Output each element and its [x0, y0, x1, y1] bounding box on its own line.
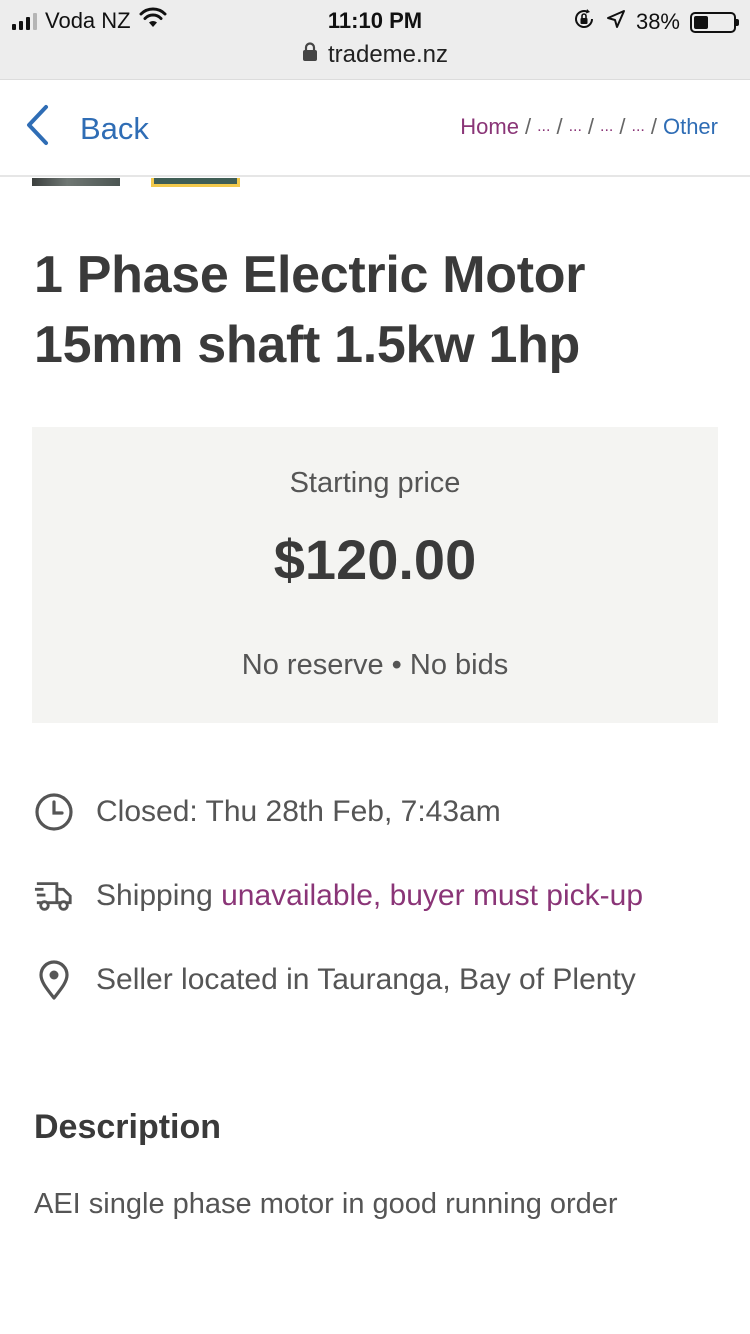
shipping-text: Shipping unavailable, buyer must pick-up — [96, 879, 643, 913]
delivery-truck-icon — [34, 876, 74, 916]
shipping-details-link[interactable]: unavailable, buyer must pick-up — [221, 879, 643, 912]
browser-chrome: Voda NZ 11:10 PM 38% trademe.nz — [0, 0, 750, 80]
status-right: 38% — [572, 7, 739, 37]
battery-percent: 38% — [635, 9, 680, 34]
breadcrumb-separator: / — [556, 114, 563, 139]
location-pin-icon — [34, 960, 74, 1000]
seller-location-text: Seller located in Tauranga, Bay of Plent… — [96, 963, 636, 996]
breadcrumb-home[interactable]: Home — [460, 114, 519, 140]
battery-icon — [690, 11, 739, 33]
breadcrumb-current[interactable]: Other — [663, 114, 718, 140]
breadcrumb-ellipsis-2[interactable]: ... — [569, 118, 582, 136]
battery-level — [694, 15, 709, 29]
closing-time-row: Closed: Thu 28th Feb, 7:43am — [34, 792, 734, 832]
back-label[interactable]: Back — [80, 111, 149, 147]
description-heading: Description — [34, 1108, 222, 1146]
closing-time-text: Closed: Thu 28th Feb, 7:43am — [96, 795, 501, 828]
breadcrumb-separator: / — [587, 114, 595, 139]
breadcrumb-separator: / — [524, 114, 532, 139]
shipping-row: Shipping unavailable, buyer must pick-up — [34, 876, 734, 916]
price-value: $120.00 — [273, 528, 477, 591]
price-panel: Starting price $120.00 No reserve • No b… — [32, 427, 718, 723]
breadcrumb-ellipsis-4[interactable]: ... — [632, 118, 645, 136]
price-label: Starting price — [289, 467, 461, 499]
url-bar[interactable]: trademe.nz — [0, 40, 750, 70]
url-text[interactable]: trademe.nz — [328, 41, 448, 69]
lock-icon — [302, 41, 318, 69]
reserve-bids-status: No reserve • No bids — [241, 649, 509, 681]
photo-thumbnail-1[interactable] — [32, 178, 120, 186]
breadcrumb: Home / ... / ... / ... / ... / Other — [460, 114, 718, 140]
breadcrumb-separator: / — [650, 114, 657, 139]
breadcrumb-ellipsis-1[interactable]: ... — [537, 118, 550, 136]
breadcrumb-separator: / — [619, 114, 626, 139]
description-body: AEI single phase motor in good running o… — [34, 1188, 618, 1220]
chevron-left-icon — [24, 104, 50, 154]
page-header: Back Home / ... / ... / ... / ... / Othe… — [0, 80, 750, 177]
location-row: Seller located in Tauranga, Bay of Plent… — [34, 960, 734, 1000]
location-arrow-icon — [606, 9, 626, 35]
shipping-prefix: Shipping — [96, 879, 213, 912]
rotation-lock-icon — [572, 7, 596, 37]
status-bar: Voda NZ 11:10 PM 38% — [0, 0, 750, 40]
photo-thumbnail-2-selected[interactable] — [151, 178, 240, 187]
back-button[interactable]: Back — [24, 104, 149, 154]
listing-title: 1 Phase Electric Motor 15mm shaft 1.5kw … — [34, 246, 586, 374]
clock-icon — [34, 792, 74, 832]
breadcrumb-ellipsis-3[interactable]: ... — [600, 118, 613, 136]
